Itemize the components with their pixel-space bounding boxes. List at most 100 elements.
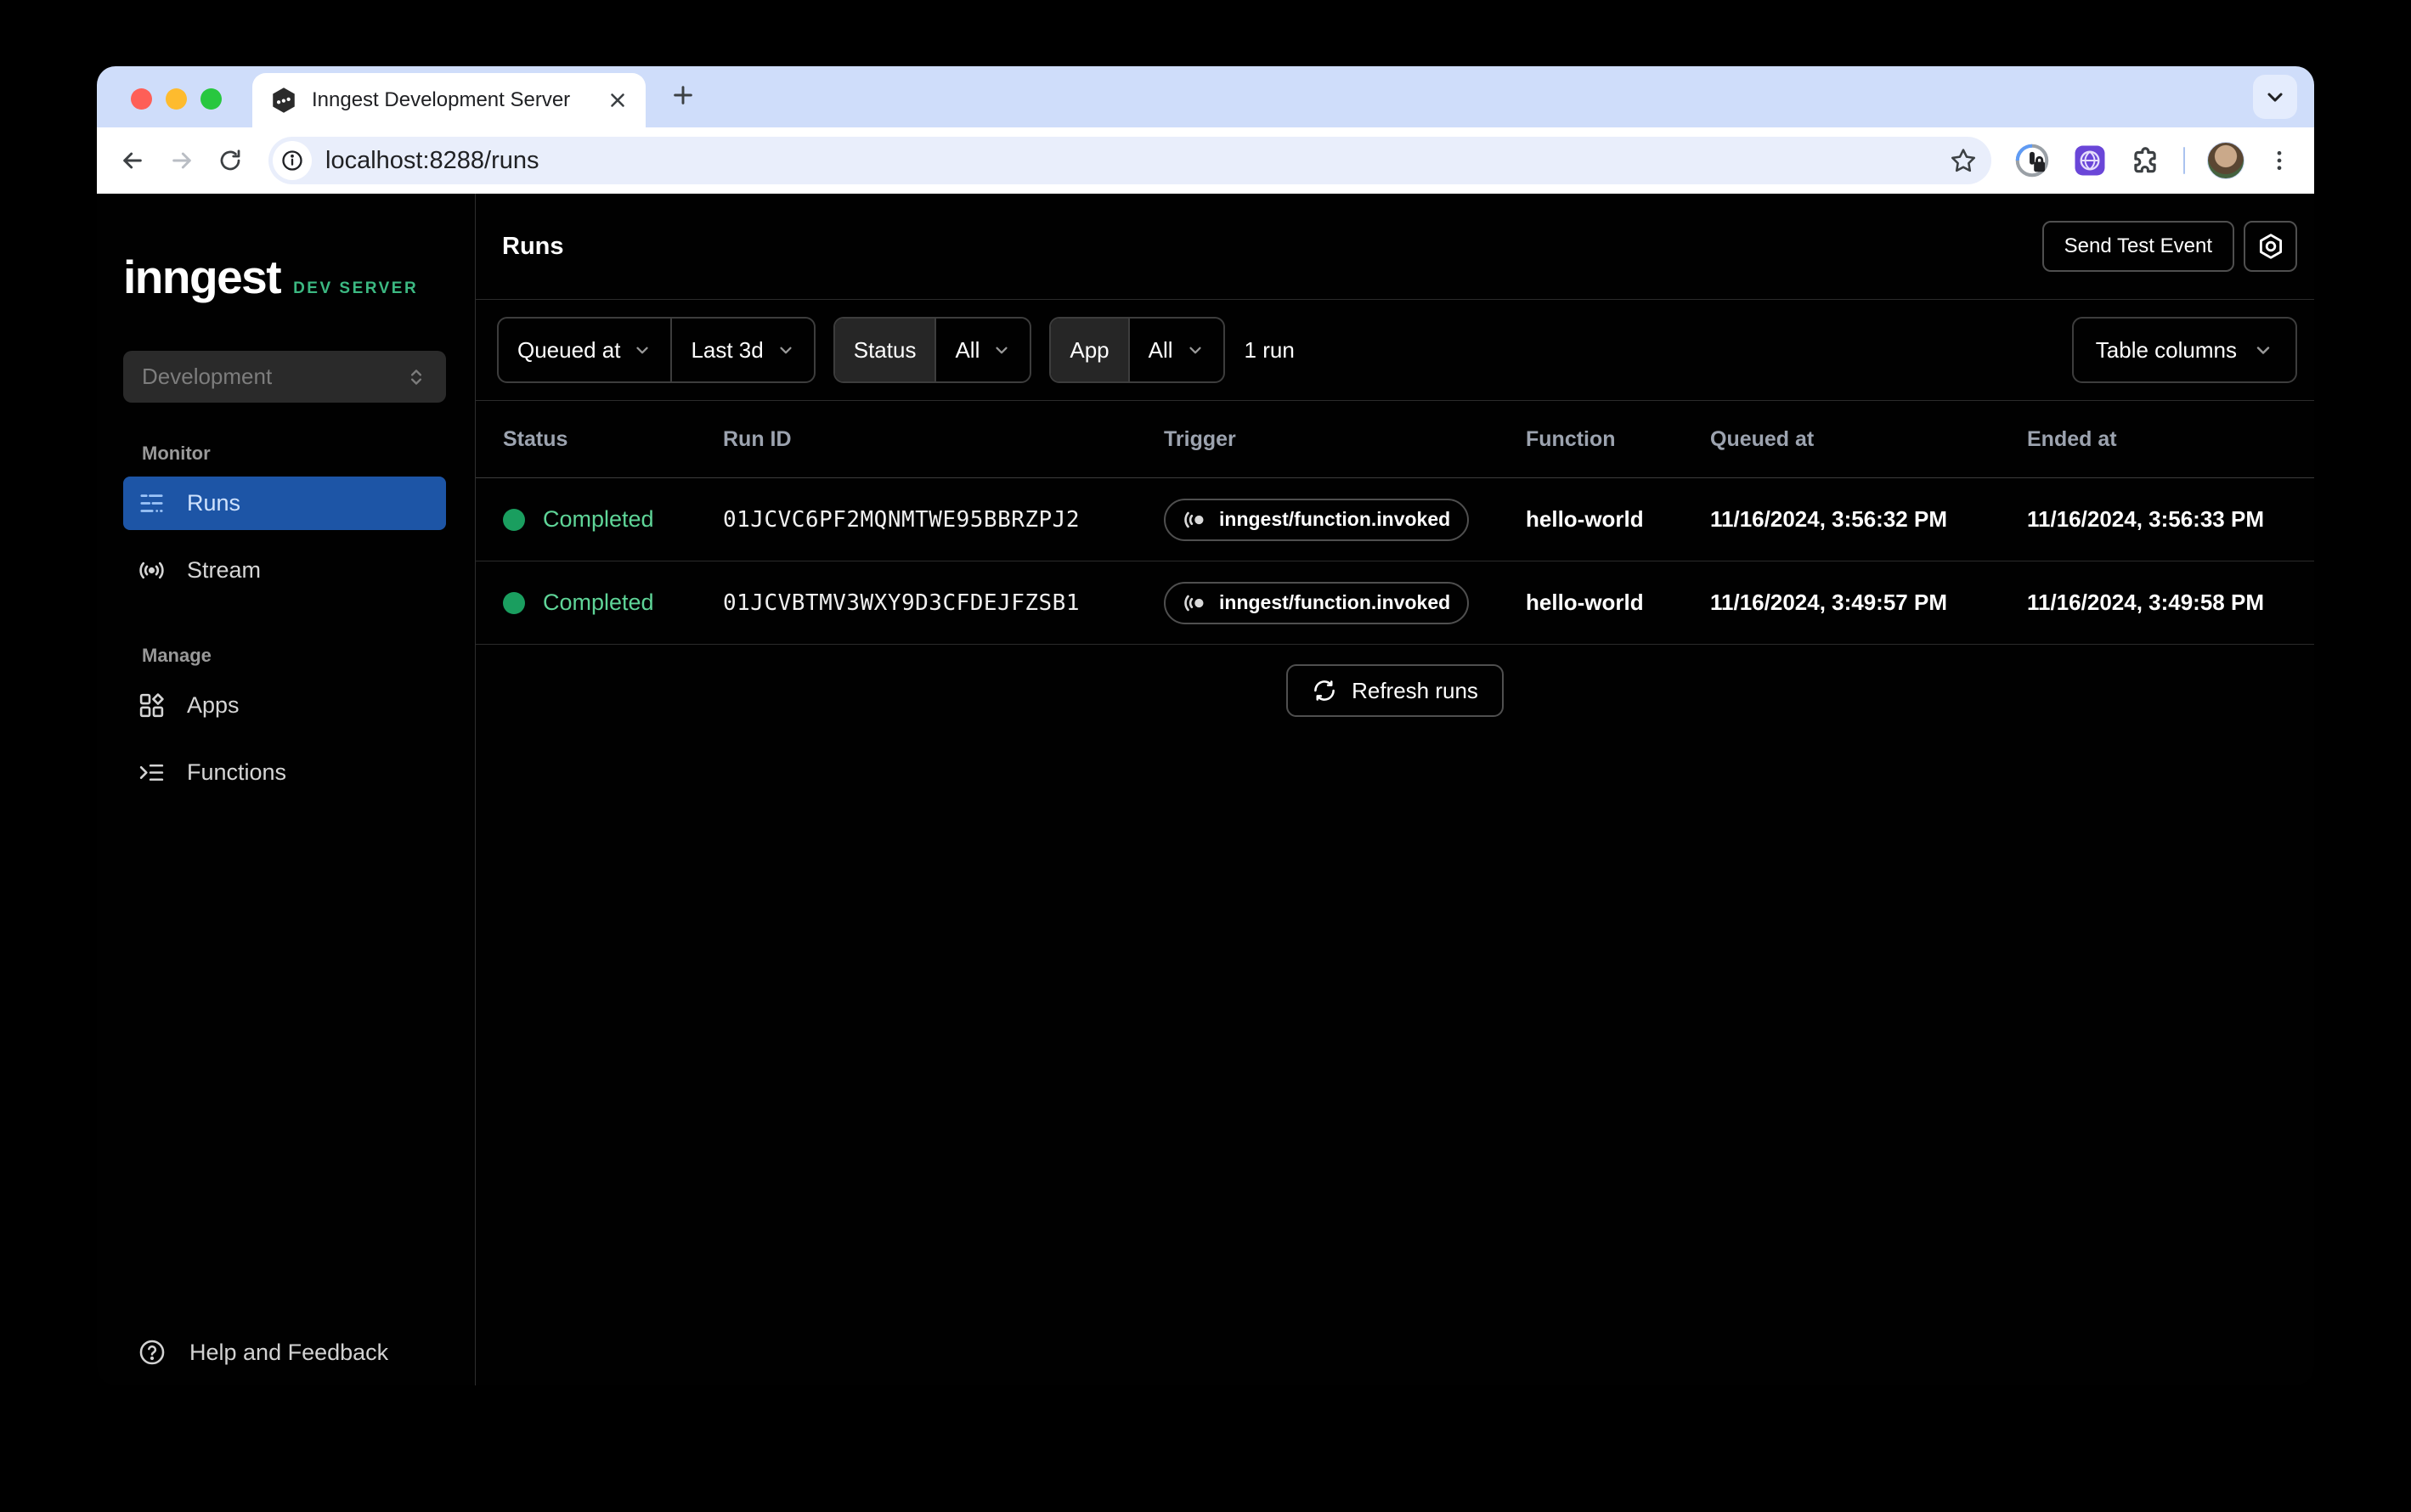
- inngest-wordmark: inngest: [123, 250, 280, 304]
- column-header-trigger: Trigger: [1164, 427, 1526, 452]
- help-and-feedback[interactable]: Help and Feedback: [138, 1338, 475, 1367]
- profile-avatar[interactable]: [2207, 142, 2244, 179]
- tab-bar: Inngest Development Server: [97, 66, 2314, 127]
- sidebar-item-apps[interactable]: Apps: [123, 679, 446, 732]
- trigger-name: inngest/function.invoked: [1219, 508, 1450, 531]
- status-cell: Completed: [503, 590, 723, 616]
- browser-tab[interactable]: Inngest Development Server: [252, 73, 646, 127]
- function-name[interactable]: hello-world: [1526, 590, 1710, 616]
- forward-icon[interactable]: [168, 147, 195, 174]
- status-filter-value: All: [955, 337, 980, 364]
- status-dot-completed: [503, 509, 525, 531]
- app-content: inngest DEV SERVER Development Monitor R…: [97, 194, 2314, 1385]
- browser-menu-icon[interactable]: [2267, 148, 2292, 173]
- time-filter-pill: Queued at Last 3d: [497, 317, 816, 383]
- sidebar-item-label: Stream: [187, 557, 261, 584]
- sidebar-item-label: Runs: [187, 490, 240, 516]
- runs-table-header: Status Run ID Trigger Function Queued at…: [476, 401, 2314, 478]
- onepassword-extension-icon[interactable]: [2013, 142, 2051, 179]
- column-header-queued-at: Queued at: [1710, 427, 2027, 452]
- tab-title: Inngest Development Server: [312, 88, 600, 112]
- stream-icon: [138, 556, 166, 584]
- url-text[interactable]: localhost:8288/runs: [325, 147, 1935, 175]
- help-question-icon: [138, 1338, 167, 1367]
- environment-selector[interactable]: Development: [123, 351, 446, 403]
- close-window-button[interactable]: [131, 88, 152, 110]
- ended-at-value: 11/16/2024, 3:49:58 PM: [2027, 590, 2314, 616]
- time-field-dropdown[interactable]: Queued at: [499, 319, 670, 381]
- run-id[interactable]: 01JCVC6PF2MQNMTWE95BBRZPJ2: [723, 507, 1164, 533]
- sidebar-section-manage: Manage: [142, 645, 475, 667]
- sidebar: inngest DEV SERVER Development Monitor R…: [97, 194, 476, 1385]
- tab-search-button[interactable]: [2253, 75, 2297, 119]
- time-range-dropdown[interactable]: Last 3d: [672, 319, 813, 381]
- run-count: 1 run: [1245, 337, 1295, 364]
- time-range-label: Last 3d: [691, 337, 763, 364]
- status-filter-dropdown[interactable]: All: [936, 319, 1030, 381]
- window-controls: [131, 88, 222, 110]
- status-dot-completed: [503, 592, 525, 614]
- close-tab-icon[interactable]: [607, 89, 629, 111]
- bookmark-star-icon[interactable]: [1949, 146, 1978, 175]
- trigger-badge[interactable]: inngest/function.invoked: [1164, 582, 1469, 624]
- sidebar-item-runs[interactable]: Runs: [123, 477, 446, 530]
- updown-chevrons-icon: [405, 366, 427, 388]
- refresh-icon: [1312, 678, 1337, 703]
- trigger-name: inngest/function.invoked: [1219, 591, 1450, 614]
- function-name[interactable]: hello-world: [1526, 506, 1710, 533]
- sidebar-spacer: [97, 813, 475, 1338]
- reload-icon[interactable]: [217, 148, 243, 173]
- column-header-function: Function: [1526, 427, 1710, 452]
- sidebar-item-stream[interactable]: Stream: [123, 544, 446, 597]
- maximize-window-button[interactable]: [200, 88, 222, 110]
- table-columns-button[interactable]: Table columns: [2072, 317, 2297, 383]
- toolbar-separator: [2183, 147, 2185, 174]
- main-panel: Runs Send Test Event Queued at: [476, 194, 2314, 1385]
- settings-nut-icon: [2256, 232, 2285, 261]
- time-field-label: Queued at: [517, 337, 620, 364]
- event-broadcast-icon: [1183, 507, 1208, 533]
- chevron-down-icon: [2253, 340, 2273, 360]
- sidebar-item-functions[interactable]: Functions: [123, 746, 446, 799]
- status-label: Completed: [543, 590, 654, 616]
- app-filter-value: All: [1149, 337, 1173, 364]
- sidebar-item-label: Apps: [187, 692, 240, 719]
- status-filter-label: Status: [835, 319, 935, 381]
- page-title: Runs: [502, 233, 564, 261]
- back-icon[interactable]: [119, 147, 146, 174]
- refresh-label: Refresh runs: [1352, 678, 1478, 704]
- status-filter-pill: Status All: [833, 317, 1032, 383]
- address-bar[interactable]: localhost:8288/runs: [268, 137, 1991, 184]
- send-test-event-button[interactable]: Send Test Event: [2042, 221, 2234, 272]
- refresh-runs-button[interactable]: Refresh runs: [1286, 664, 1504, 717]
- apps-shapes-icon: [138, 691, 166, 719]
- chevron-down-icon: [776, 341, 795, 359]
- page-header: Runs Send Test Event: [476, 194, 2314, 300]
- column-header-ended-at: Ended at: [2027, 427, 2314, 452]
- minimize-window-button[interactable]: [166, 88, 187, 110]
- refresh-area: Refresh runs: [476, 664, 2314, 717]
- run-id[interactable]: 01JCVBTMV3WXY9D3CFDEJFZSB1: [723, 590, 1164, 616]
- browser-toolbar: localhost:8288/runs: [97, 127, 2314, 194]
- app-filter-dropdown[interactable]: All: [1130, 319, 1223, 381]
- header-actions: Send Test Event: [2042, 221, 2297, 272]
- extensions-puzzle-icon[interactable]: [2129, 144, 2161, 177]
- app-filter-pill: App All: [1049, 317, 1224, 383]
- functions-list-icon: [138, 759, 166, 787]
- trigger-badge[interactable]: inngest/function.invoked: [1164, 499, 1469, 541]
- ended-at-value: 11/16/2024, 3:56:33 PM: [2027, 506, 2314, 533]
- column-header-run-id: Run ID: [723, 427, 1164, 452]
- chevron-down-icon: [633, 341, 652, 359]
- new-tab-button[interactable]: [669, 82, 697, 109]
- purple-extension-icon[interactable]: [2073, 144, 2107, 178]
- chevron-down-icon: [992, 341, 1011, 359]
- site-info-icon[interactable]: [273, 141, 312, 180]
- column-header-status: Status: [503, 427, 723, 452]
- event-broadcast-icon: [1183, 590, 1208, 616]
- table-row[interactable]: Completed 01JCVC6PF2MQNMTWE95BBRZPJ2 inn…: [476, 478, 2314, 561]
- table-row[interactable]: Completed 01JCVBTMV3WXY9D3CFDEJFZSB1 inn…: [476, 561, 2314, 645]
- inngest-favicon-icon: [269, 86, 298, 115]
- table-columns-label: Table columns: [2096, 337, 2237, 364]
- filter-bar: Queued at Last 3d St: [476, 300, 2314, 401]
- settings-button[interactable]: [2244, 221, 2297, 272]
